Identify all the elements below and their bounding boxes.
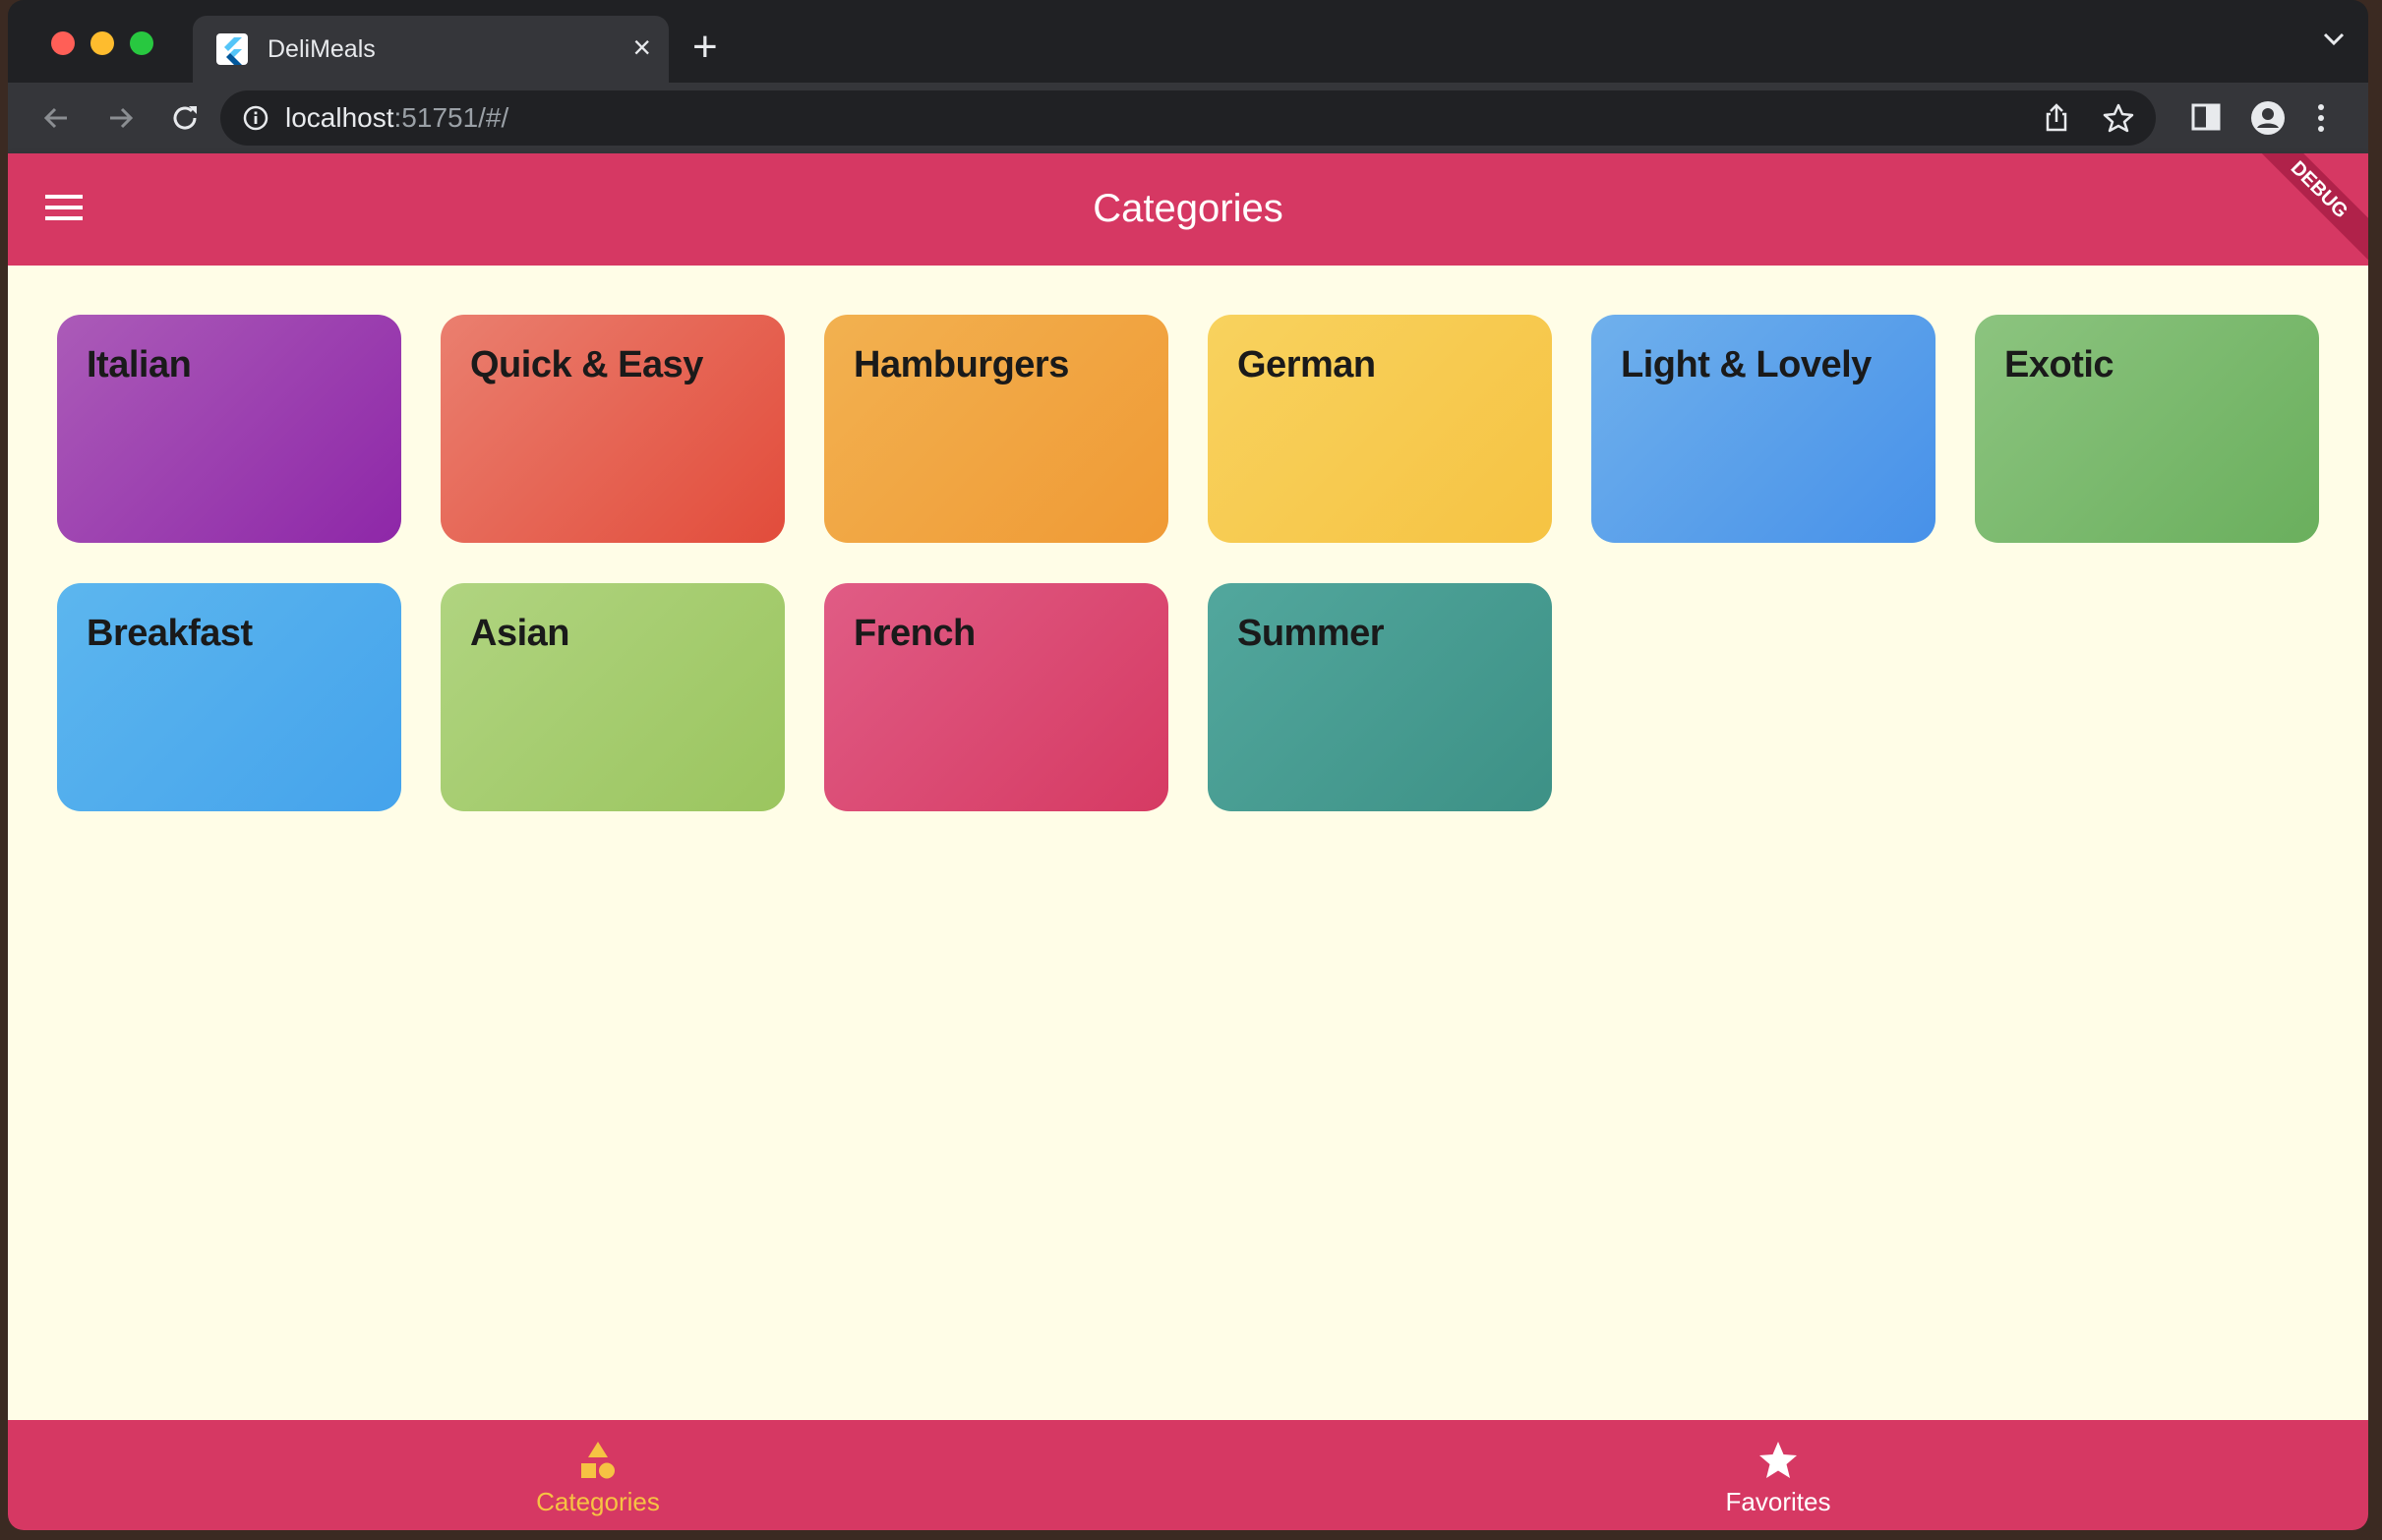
page-title: Categories: [1093, 187, 1283, 230]
category-card-breakfast[interactable]: Breakfast: [57, 583, 401, 811]
nav-tab-favorites[interactable]: Favorites: [1188, 1420, 2368, 1530]
nav-tab-categories[interactable]: Categories: [8, 1420, 1188, 1530]
tab-title: DeliMeals: [268, 35, 376, 63]
nav-tab-label: Favorites: [1725, 1487, 1831, 1516]
category-title: Hamburgers: [854, 344, 1069, 385]
category-title: Exotic: [2004, 344, 2114, 385]
bottom-navigation-bar: Categories Favorites: [8, 1420, 2368, 1530]
category-title: German: [1237, 344, 1376, 385]
category-card-italian[interactable]: Italian: [57, 315, 401, 543]
category-title: Breakfast: [87, 613, 253, 654]
category-title: Asian: [470, 613, 569, 654]
close-window-button[interactable]: [51, 31, 75, 55]
browser-window: DeliMeals × + localhost:51751/#/ Categor…: [8, 0, 2368, 1530]
more-vert-icon[interactable]: [2315, 100, 2327, 141]
chevron-down-icon[interactable]: [2321, 30, 2347, 54]
share-icon[interactable]: [2042, 102, 2071, 139]
maximize-window-button[interactable]: [130, 31, 153, 55]
back-arrow-icon[interactable]: [39, 100, 75, 136]
category-title: Italian: [87, 344, 192, 385]
category-title: Quick & Easy: [470, 344, 703, 385]
browser-toolbar: localhost:51751/#/: [8, 83, 2368, 153]
category-card-french[interactable]: French: [824, 583, 1168, 811]
category-icon: [577, 1440, 619, 1486]
category-card-quick-easy[interactable]: Quick & Easy: [441, 315, 785, 543]
category-card-asian[interactable]: Asian: [441, 583, 785, 811]
new-tab-button[interactable]: +: [692, 26, 718, 69]
app-bar: Categories DEBUG: [8, 153, 2368, 266]
bookmark-star-icon[interactable]: [2103, 102, 2134, 139]
reload-icon[interactable]: [167, 100, 203, 136]
category-title: Summer: [1237, 613, 1385, 654]
category-card-exotic[interactable]: Exotic: [1975, 315, 2319, 543]
star-icon: [1757, 1440, 1800, 1486]
category-title: French: [854, 613, 976, 654]
browser-tab[interactable]: DeliMeals ×: [193, 16, 669, 83]
tab-close-icon[interactable]: ×: [632, 30, 651, 65]
info-icon[interactable]: [242, 104, 269, 137]
flutter-favicon-icon: [216, 33, 248, 65]
categories-grid: Italian Quick & Easy Hamburgers German L…: [8, 266, 2368, 1420]
category-card-summer[interactable]: Summer: [1208, 583, 1552, 811]
forward-arrow-icon[interactable]: [102, 100, 138, 136]
url-text: localhost:51751/#/: [285, 102, 509, 133]
address-bar[interactable]: localhost:51751/#/: [220, 90, 2156, 146]
category-card-german[interactable]: German: [1208, 315, 1552, 543]
side-panel-icon[interactable]: [2189, 100, 2223, 139]
category-card-hamburgers[interactable]: Hamburgers: [824, 315, 1168, 543]
profile-icon[interactable]: [2250, 100, 2286, 141]
category-title: Light & Lovely: [1621, 344, 1872, 385]
nav-tab-label: Categories: [536, 1487, 660, 1516]
category-card-light-lovely[interactable]: Light & Lovely: [1591, 315, 1935, 543]
minimize-window-button[interactable]: [90, 31, 114, 55]
